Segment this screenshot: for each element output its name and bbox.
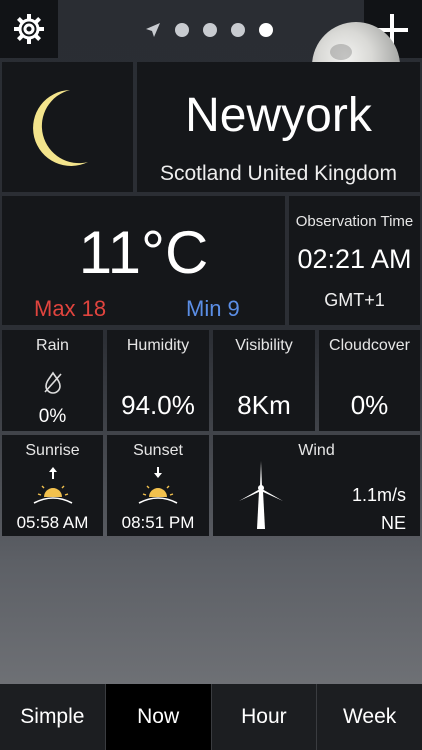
settings-button[interactable] xyxy=(0,0,58,58)
sunset-time: 08:51 PM xyxy=(121,513,195,532)
no-rain-icon xyxy=(44,371,62,394)
max-temperature: Max 18 xyxy=(34,296,107,321)
cloudcover-panel: Cloudcover 0% xyxy=(319,330,420,431)
rain-label: Rain xyxy=(36,337,69,354)
observation-title: Observation Time xyxy=(295,213,414,230)
location-arrow-icon xyxy=(146,23,160,37)
gear-icon xyxy=(14,14,44,44)
rain-panel: Rain 0% xyxy=(2,330,103,431)
page-dot-active[interactable] xyxy=(259,23,273,37)
observation-time: 02:21 AM xyxy=(297,244,412,274)
rain-value: 0% xyxy=(38,406,67,427)
wind-panel: Wind 1.1m/s NE xyxy=(213,435,420,536)
tab-week[interactable]: Week xyxy=(317,684,422,750)
observation-panel: Observation Time 02:21 AM GMT+1 xyxy=(289,196,420,325)
cloudcover-label: Cloudcover xyxy=(329,337,410,354)
sunset-label: Sunset xyxy=(133,442,183,459)
weather-condition-panel xyxy=(2,62,133,192)
tab-simple[interactable]: Simple xyxy=(0,684,106,750)
visibility-label: Visibility xyxy=(235,337,293,354)
wind-label: Wind xyxy=(298,442,335,459)
page-dot[interactable] xyxy=(203,23,217,37)
cloudcover-value: 0% xyxy=(350,390,389,420)
sunrise-time: 05:58 AM xyxy=(16,513,89,532)
wind-direction: NE xyxy=(380,513,406,533)
sunrise-icon xyxy=(33,467,73,504)
tab-now[interactable]: Now xyxy=(105,684,212,750)
region-name: Scotland United Kingdom xyxy=(160,162,397,185)
sunset-panel: Sunset 08:51 PM xyxy=(107,435,209,536)
city-name: Newyork xyxy=(185,89,372,142)
crescent-moon-icon xyxy=(33,90,88,166)
page-dot[interactable] xyxy=(231,23,245,37)
temperature-panel: 11°C Max 18 Min 9 xyxy=(2,196,285,325)
wind-turbine-icon xyxy=(239,461,283,529)
page-dot[interactable] xyxy=(175,23,189,37)
page-indicator[interactable] xyxy=(145,20,273,40)
tab-hour[interactable]: Hour xyxy=(211,684,318,750)
visibility-value: 8Km xyxy=(237,390,291,420)
min-temperature: Min 9 xyxy=(186,296,240,321)
sunrise-label: Sunrise xyxy=(25,442,80,459)
wind-speed: 1.1m/s xyxy=(351,485,406,505)
humidity-value: 94.0% xyxy=(121,390,195,420)
humidity-panel: Humidity 94.0% xyxy=(107,330,209,431)
bottom-tab-bar: Simple Now Hour Week xyxy=(0,684,422,750)
humidity-label: Humidity xyxy=(126,337,190,354)
sunrise-panel: Sunrise 05:58 AM xyxy=(2,435,103,536)
top-bar xyxy=(0,0,422,110)
location-panel[interactable]: Newyork Scotland United Kingdom xyxy=(137,62,420,192)
timezone: GMT+1 xyxy=(324,290,385,310)
current-temperature: 11°C xyxy=(78,219,209,286)
sunset-icon xyxy=(138,467,178,504)
visibility-panel: Visibility 8Km xyxy=(213,330,315,431)
